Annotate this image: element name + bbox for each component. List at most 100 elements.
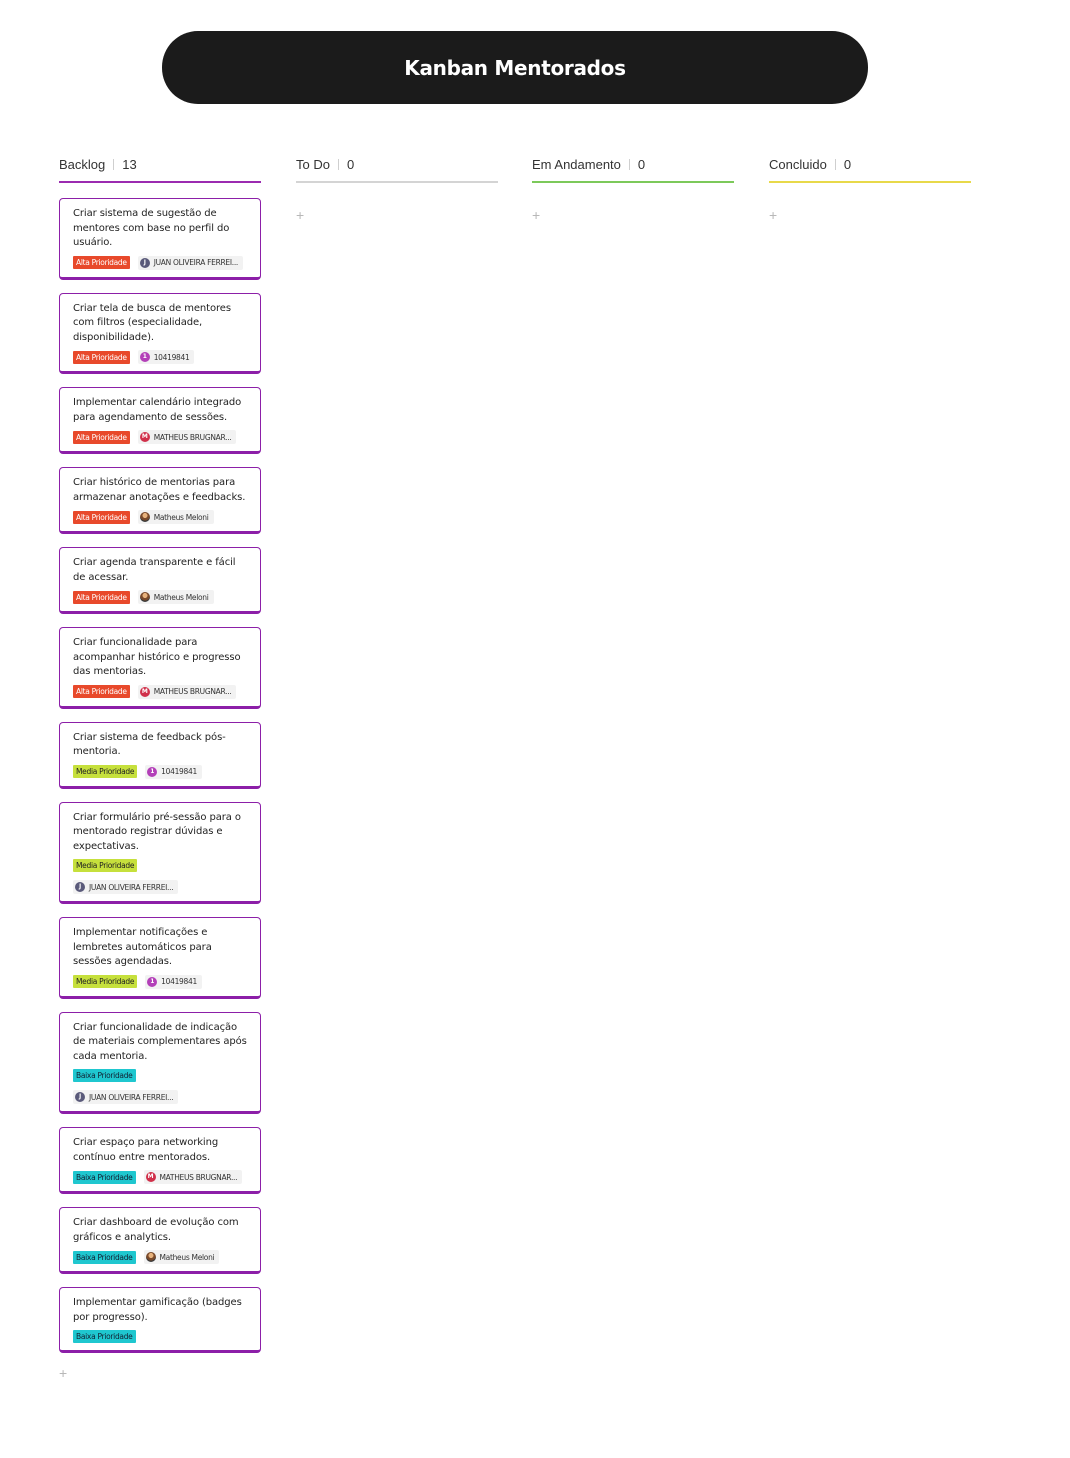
assignee-name: Matheus Meloni [153, 512, 209, 522]
task-card[interactable]: Criar tela de busca de mentores com filt… [59, 292, 261, 374]
column-em-andamento: Em Andamento 0 + [532, 148, 734, 222]
column-concluido: Concluido 0 + [769, 148, 971, 222]
task-card[interactable]: Criar agenda transparente e fácil de ace… [59, 547, 261, 614]
assignee-chip[interactable]: J JUAN OLIVEIRA FERREI... [73, 1090, 179, 1104]
task-card[interactable]: Criar espaço para networking contínuo en… [59, 1127, 261, 1194]
column-title: Backlog [59, 157, 106, 172]
avatar: 1 [147, 766, 158, 777]
task-meta: Media Prioridade 1 10419841 [73, 974, 248, 989]
assignee-name: Matheus Meloni [159, 1252, 215, 1262]
task-meta: Alta Prioridade M MATHEUS BRUGNAR... [73, 684, 248, 699]
assignee-chip[interactable]: M MATHEUS BRUGNAR... [137, 684, 237, 699]
header-divider [337, 159, 339, 170]
column-count: 0 [843, 157, 852, 172]
assignee-name: JUAN OLIVEIRA FERREI... [89, 1092, 174, 1102]
avatar [145, 1252, 156, 1262]
task-card[interactable]: Implementar notificações e lembretes aut… [59, 917, 261, 999]
task-meta: Alta Prioridade 1 10419841 [73, 350, 248, 364]
column-count: 0 [637, 157, 646, 172]
column-title: To Do [296, 157, 330, 172]
assignee-chip[interactable]: 1 10419841 [137, 350, 195, 364]
task-card[interactable]: Criar histórico de mentorias para armaze… [59, 467, 261, 534]
task-card[interactable]: Criar sistema de sugestão de mentores co… [59, 198, 261, 280]
task-meta: Alta Prioridade Matheus Meloni [73, 590, 248, 604]
assignee-chip[interactable]: J JUAN OLIVEIRA FERREI... [137, 255, 243, 270]
priority-tag[interactable]: Baixa Prioridade [73, 1170, 136, 1184]
task-card[interactable]: Criar sistema de feedback pós-mentoria. M… [59, 721, 261, 789]
task-card[interactable]: Criar funcionalidade para acompanhar his… [59, 627, 261, 709]
task-meta: Baixa Prioridade [73, 1330, 248, 1343]
task-title: Criar formulário pré-sessão para o mento… [73, 811, 241, 852]
header-divider [834, 159, 836, 170]
task-meta: Baixa Prioridade J JUAN OLIVEIRA FERREI... [73, 1069, 248, 1104]
priority-tag[interactable]: Alta Prioridade [73, 430, 130, 444]
priority-tag[interactable]: Media Prioridade [73, 975, 138, 988]
avatar [139, 592, 150, 602]
column-title: Concluido [769, 157, 827, 172]
assignee-chip[interactable]: J JUAN OLIVEIRA FERREI... [73, 880, 179, 894]
task-title: Criar funcionalidade de indicação de mat… [73, 1021, 247, 1062]
assignee-chip[interactable]: M MATHEUS BRUGNAR... [137, 430, 237, 444]
task-card[interactable]: Criar dashboard de evolução com gráficos… [59, 1207, 261, 1274]
priority-tag[interactable]: Alta Prioridade [73, 350, 130, 364]
card-list: Criar sistema de sugestão de mentores co… [59, 198, 261, 1353]
task-title: Criar histórico de mentorias para armaze… [73, 477, 246, 503]
avatar: J [75, 882, 85, 892]
priority-tag[interactable]: Baixa Prioridade [73, 1069, 136, 1082]
task-card[interactable]: Implementar calendário integrado para ag… [59, 387, 261, 454]
add-card-icon[interactable]: + [296, 208, 308, 222]
column-header[interactable]: To Do 0 [296, 148, 498, 183]
assignee-chip[interactable]: Matheus Meloni [137, 510, 214, 524]
priority-tag[interactable]: Baixa Prioridade [73, 1250, 136, 1264]
task-card[interactable]: Implementar gamificação (badges por prog… [59, 1287, 261, 1353]
priority-tag[interactable]: Media Prioridade [73, 765, 138, 778]
task-meta: Baixa Prioridade M MATHEUS BRUGNAR... [73, 1170, 248, 1184]
task-title: Implementar gamificação (badges por prog… [73, 1297, 242, 1323]
assignee-name: MATHEUS BRUGNAR... [159, 1172, 238, 1182]
column-header[interactable]: Em Andamento 0 [532, 148, 734, 183]
priority-tag[interactable]: Alta Prioridade [73, 590, 130, 604]
assignee-chip[interactable]: M MATHEUS BRUGNAR... [143, 1170, 243, 1184]
assignee-chip[interactable]: Matheus Meloni [137, 590, 214, 604]
priority-tag[interactable]: Alta Prioridade [73, 510, 130, 524]
assignee-chip[interactable]: 1 10419841 [145, 974, 202, 989]
assignee-chip[interactable]: 1 10419841 [145, 764, 202, 779]
priority-tag[interactable]: Alta Prioridade [73, 685, 130, 698]
task-title: Criar dashboard de evolução com gráficos… [73, 1217, 239, 1243]
task-meta: Media Prioridade 1 10419841 [73, 764, 248, 779]
column-todo: To Do 0 + [296, 148, 498, 222]
column-header[interactable]: Backlog 13 [59, 148, 261, 183]
column-count: 0 [346, 157, 355, 172]
column-header[interactable]: Concluido 0 [769, 148, 971, 183]
priority-tag[interactable]: Baixa Prioridade [73, 1330, 136, 1343]
avatar: J [139, 257, 150, 268]
header-divider [113, 159, 115, 170]
add-card-icon[interactable]: + [532, 208, 544, 222]
task-card[interactable]: Criar funcionalidade de indicação de mat… [59, 1011, 261, 1114]
assignee-name: MATHEUS BRUGNAR... [153, 687, 232, 696]
task-title: Criar sistema de feedback pós-mentoria. [73, 731, 226, 758]
task-meta: Baixa Prioridade Matheus Meloni [73, 1250, 248, 1264]
avatar: M [139, 432, 150, 442]
add-card-icon[interactable]: + [59, 1366, 71, 1380]
priority-tag[interactable]: Alta Prioridade [73, 256, 130, 269]
column-title: Em Andamento [532, 157, 621, 172]
task-title: Criar sistema de sugestão de mentores co… [73, 208, 230, 248]
avatar: 1 [147, 976, 158, 987]
add-card-icon[interactable]: + [769, 208, 781, 222]
task-title: Implementar notificações e lembretes aut… [73, 927, 212, 967]
board-title-bar: Kanban Mentorados [162, 31, 868, 104]
task-title: Criar funcionalidade para acompanhar his… [73, 637, 241, 677]
assignee-name: Matheus Meloni [153, 592, 209, 602]
column-count: 13 [122, 157, 137, 172]
task-meta: Alta Prioridade J JUAN OLIVEIRA FERREI... [73, 255, 248, 270]
priority-tag[interactable]: Media Prioridade [73, 859, 138, 872]
assignee-chip[interactable]: Matheus Meloni [143, 1250, 220, 1264]
task-meta: Alta Prioridade M MATHEUS BRUGNAR... [73, 430, 248, 444]
assignee-name: 10419841 [161, 977, 197, 986]
assignee-name: 10419841 [161, 767, 197, 776]
task-meta: Media Prioridade J JUAN OLIVEIRA FERREI... [73, 859, 248, 894]
task-card[interactable]: Criar formulário pré-sessão para o mento… [59, 801, 261, 904]
avatar: J [75, 1092, 85, 1102]
avatar: 1 [139, 352, 150, 362]
